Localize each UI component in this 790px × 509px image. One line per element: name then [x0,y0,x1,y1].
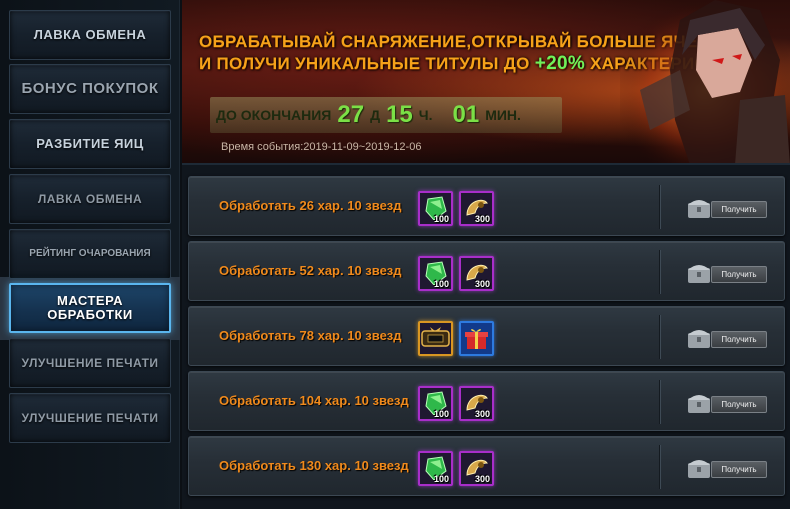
sidebar-item-seal-upgrade[interactable]: УЛУЧШЕНИЕ ПЕЧАТИ [9,338,171,388]
claim-button[interactable]: Получить [711,461,767,478]
reward-slot[interactable]: 300 [459,256,494,291]
timer-hours-unit: Ч. [418,107,433,123]
sidebar-item-label: ЛАВКА ОБМЕНА [37,192,143,206]
reward-count: 300 [474,214,490,224]
reward-slot[interactable] [418,321,453,356]
sidebar-item-exchange-shop[interactable]: ЛАВКА ОБМЕНА [9,10,171,60]
sidebar-item-label: МАСТЕРА ОБРАБОТКИ [47,293,133,322]
sidebar-item-label: БОНУС ПОКУПОК [21,80,159,97]
timer-days: 27 [337,101,365,128]
task-row: Обработать 26 хар. 10 звезд 100 300 Полу… [188,176,785,236]
reward-count: 300 [474,409,490,419]
reward-count: 300 [474,279,490,289]
reward-slot[interactable]: 300 [459,451,494,486]
sidebar-item-egg-breaking[interactable]: РАЗБИТИЕ ЯИЦ [9,119,171,169]
row-divider [659,380,660,424]
task-row: Обработать 52 хар. 10 звезд 100 300 Полу… [188,241,785,301]
reward-count: 300 [474,474,490,484]
task-row: Обработать 78 хар. 10 звезд Получить [188,306,785,366]
reward-count: 100 [433,409,449,419]
gift-box-icon [461,323,492,354]
task-description: Обработать 52 хар. 10 звезд [219,263,402,278]
timer-days-unit: Д [370,107,381,123]
sidebar: ЛАВКА ОБМЕНА БОНУС ПОКУПОК РАЗБИТИЕ ЯИЦ … [0,0,180,509]
reward-slot[interactable]: 100 [418,386,453,421]
sidebar-item-processing-masters[interactable]: МАСТЕРА ОБРАБОТКИ [9,283,171,333]
claim-button[interactable]: Получить [711,201,767,218]
banner-subheadline-prefix: И ПОЛУЧИ УНИКАЛЬНЫЕ ТИТУЛЫ ДО [199,54,535,73]
countdown-timer: ДО ОКОНЧАНИЯ 27 Д 15 Ч. 01 МИН. [210,97,562,133]
row-divider [659,315,660,359]
timer-label: ДО ОКОНЧАНИЯ [216,107,332,123]
reward-slot[interactable]: 100 [418,191,453,226]
claim-area: Получить [685,388,769,418]
sidebar-item-exchange-shop-2[interactable]: ЛАВКА ОБМЕНА [9,174,171,224]
reward-slot[interactable] [459,321,494,356]
sidebar-item-label: УЛУЧШЕНИЕ ПЕЧАТИ [21,411,159,425]
reward-count: 100 [433,214,449,224]
claim-area: Получить [685,193,769,223]
timer-minutes: 01 [452,101,480,128]
row-divider [659,185,660,229]
reward-slot[interactable]: 300 [459,191,494,226]
sidebar-item-label: ЛАВКА ОБМЕНА [33,27,147,42]
sidebar-item-label: УЛУЧШЕНИЕ ПЕЧАТИ [21,356,159,370]
sidebar-item-purchase-bonus[interactable]: БОНУС ПОКУПОК [9,64,171,114]
title-badge-icon [421,327,450,347]
claim-area: Получить [685,258,769,288]
task-description: Обработать 104 хар. 10 звезд [219,393,409,408]
event-banner: ОБРАБАТЫВАЙ СНАРЯЖЕНИЕ,ОТКРЫВАЙ БОЛЬШЕ Я… [182,0,790,165]
task-description: Обработать 26 хар. 10 звезд [219,198,402,213]
reward-slot[interactable]: 100 [418,256,453,291]
reward-count: 100 [433,279,449,289]
task-row: Обработать 130 хар. 10 звезд 100 300 Пол… [188,436,785,496]
reward-count: 100 [433,474,449,484]
reward-slot[interactable]: 100 [418,451,453,486]
claim-area: Получить [685,323,769,353]
task-row: Обработать 104 хар. 10 звезд 100 300 Пол… [188,371,785,431]
claim-button[interactable]: Получить [711,331,767,348]
sidebar-item-label: РАЗБИТИЕ ЯИЦ [36,136,144,151]
claim-button[interactable]: Получить [711,396,767,413]
task-description: Обработать 130 хар. 10 звезд [219,458,409,473]
reward-slot[interactable]: 300 [459,386,494,421]
event-time-range: Время события:2019-11-09~2019-12-06 [221,141,422,153]
warrior-character-art [620,0,790,163]
row-divider [659,250,660,294]
banner-bonus-percent: +20% [534,53,586,74]
task-description: Обработать 78 хар. 10 звезд [219,328,402,343]
timer-minutes-unit: МИН. [485,107,521,123]
sidebar-item-seal-upgrade-2[interactable]: УЛУЧШЕНИЕ ПЕЧАТИ [9,393,171,443]
row-divider [659,445,660,489]
claim-button[interactable]: Получить [711,266,767,283]
sidebar-item-label: РЕЙТИНГ ОЧАРОВАНИЯ [29,248,151,259]
claim-area: Получить [685,453,769,483]
sidebar-item-charm-rating[interactable]: РЕЙТИНГ ОЧАРОВАНИЯ [9,229,171,279]
timer-hours: 15 [386,101,413,128]
